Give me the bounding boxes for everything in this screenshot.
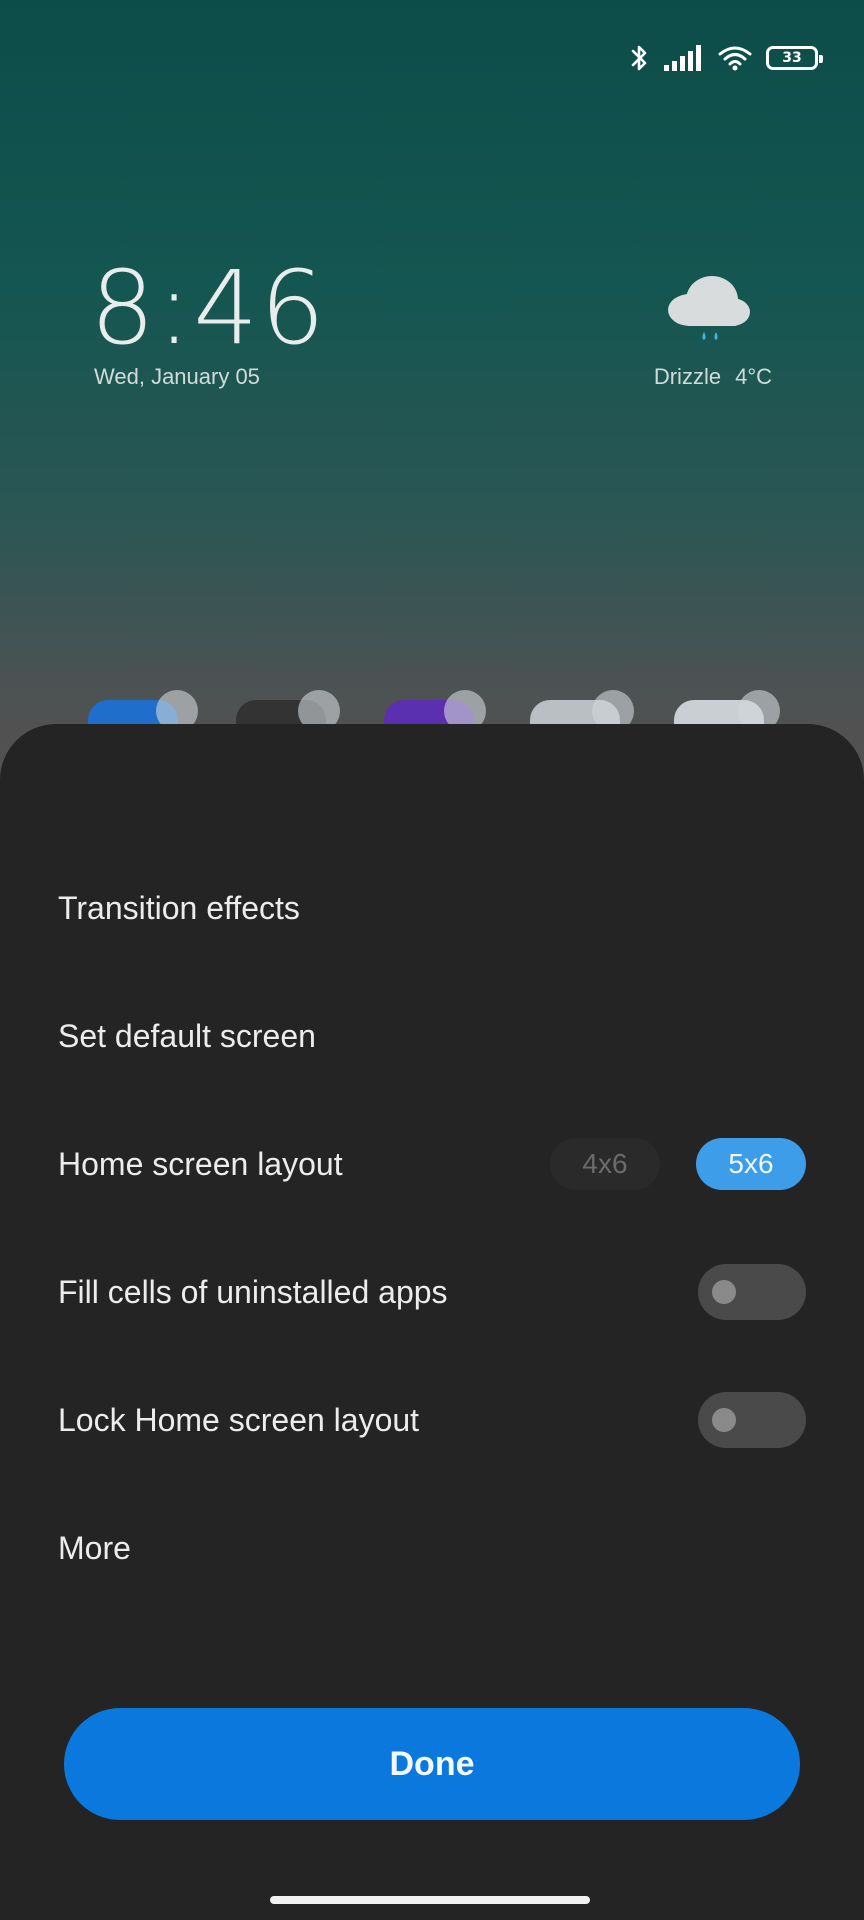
home-screen-layout-label: Home screen layout [58, 1145, 343, 1182]
lock-layout-item: Lock Home screen layout [58, 1380, 806, 1460]
bluetooth-icon [631, 45, 647, 71]
more-item[interactable]: More [58, 1508, 806, 1588]
fill-cells-label: Fill cells of uninstalled apps [58, 1273, 448, 1310]
clock-time: 8:46 [90, 249, 328, 368]
done-button[interactable]: Done [64, 1708, 800, 1820]
toggle-knob [712, 1408, 736, 1432]
fill-cells-toggle[interactable] [698, 1264, 806, 1320]
battery-level: 33 [782, 50, 802, 66]
cloud-drizzle-icon [668, 276, 750, 340]
toggle-knob [712, 1280, 736, 1304]
set-default-screen-label: Set default screen [58, 1017, 316, 1054]
signal-icon [664, 45, 701, 71]
layout-option-5x6[interactable]: 5x6 [696, 1138, 806, 1190]
transition-effects-item[interactable]: Transition effects [58, 868, 806, 948]
fill-cells-item: Fill cells of uninstalled apps [58, 1252, 806, 1332]
home-indicator[interactable] [270, 1896, 590, 1904]
weather-temperature: 4°C [735, 364, 772, 389]
more-label: More [58, 1529, 131, 1566]
clock-date: Wed, January 05 [94, 364, 260, 389]
set-default-screen-item[interactable]: Set default screen [58, 996, 806, 1076]
layout-options: 4x6 5x6 [550, 1138, 806, 1190]
status-bar: 33 [630, 38, 823, 78]
transition-effects-label: Transition effects [58, 889, 300, 926]
layout-option-4x6[interactable]: 4x6 [550, 1138, 660, 1190]
lock-layout-label: Lock Home screen layout [58, 1401, 420, 1438]
battery-icon: 33 [766, 46, 823, 70]
lock-layout-toggle[interactable] [698, 1392, 806, 1448]
home-screen-layout-item: Home screen layout 4x6 5x6 [58, 1124, 806, 1204]
wifi-icon [718, 46, 752, 71]
weather-text: Drizzle 4°C [640, 364, 772, 390]
weather-condition: Drizzle [653, 364, 722, 389]
